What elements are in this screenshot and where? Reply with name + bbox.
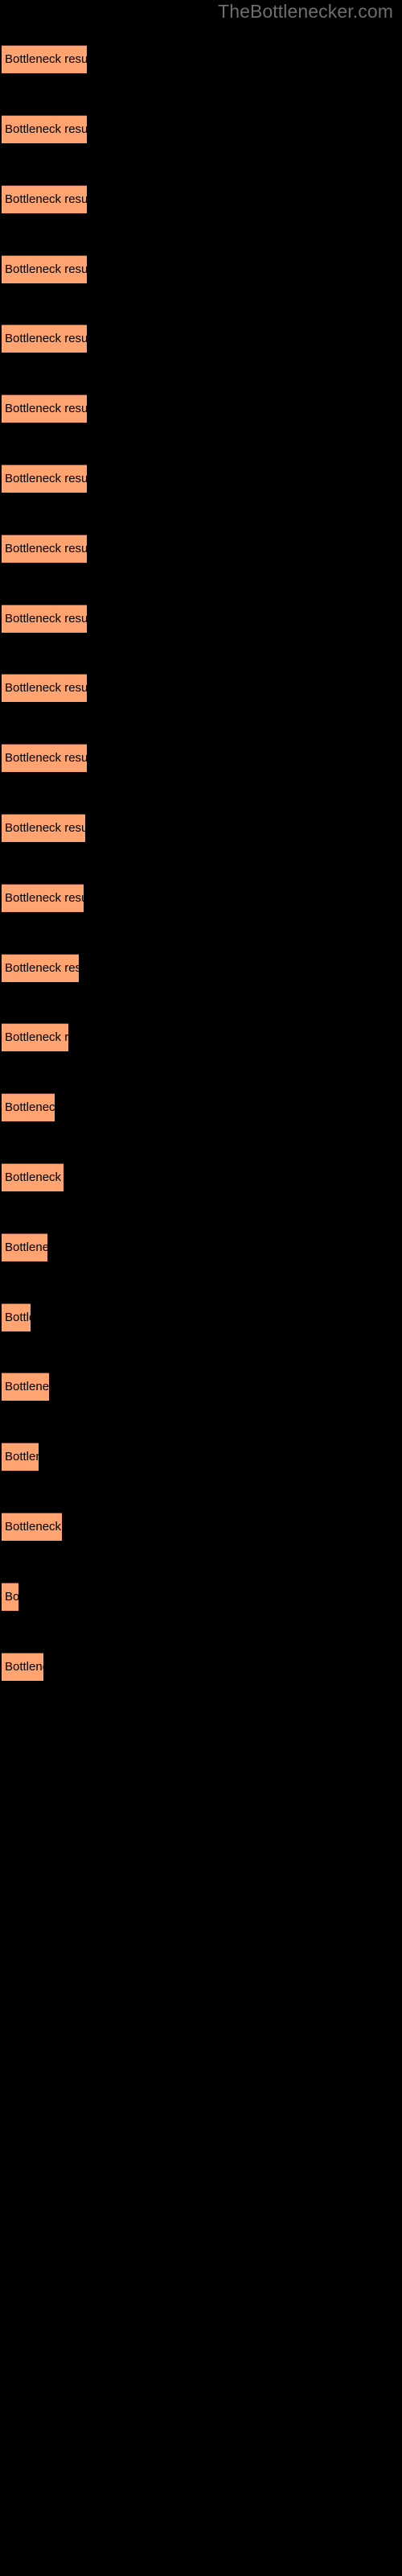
bottleneck-result-bar[interactable]: Bottleneck result [2,744,87,772]
bar-row: Bottleneck result [0,1233,402,1261]
bar-label: Bottleneck result [5,52,87,66]
bar-row: Bottleneck result [0,1443,402,1471]
bar-row: Bottleneck result [0,535,402,563]
bar-label: Bottleneck result [5,681,87,695]
bar-row: Bottleneck result [0,884,402,912]
bar-row: Bottleneck result [0,674,402,702]
bottleneck-result-bar[interactable]: Bottleneck result [2,605,87,633]
bottleneck-result-bar[interactable]: Bottleneck result [2,185,87,213]
bar-row: Bottleneck result [0,324,402,353]
bottleneck-result-bar[interactable]: Bottleneck result [2,1583,18,1611]
bar-label: Bottleneck result [5,1241,47,1254]
bar-row: Bottleneck result [0,954,402,982]
bottleneck-bar-chart: Bottleneck result Bottleneck result Bottle… [0,0,402,2576]
bar-label: Bottleneck result [5,1170,64,1184]
bar-row: Bottleneck result [0,814,402,842]
bar-row: Bottleneck result [0,1023,402,1051]
bar-row: Bottleneck result [0,185,402,213]
bottleneck-result-bar[interactable]: Bottleneck result [2,1023,68,1051]
bottleneck-result-bar[interactable]: Bottleneck result [2,1163,64,1191]
bar-row: Bottleneck result [0,1653,402,1681]
bar-row: Bottleneck result [0,1373,402,1401]
bottleneck-result-bar[interactable]: Bottleneck result [2,1443,39,1471]
bottleneck-result-bar[interactable]: Bottleneck result [2,324,87,353]
bottleneck-result-bar[interactable]: Bottleneck result [2,115,87,143]
bar-label: Bottleneck result [5,472,87,485]
bottleneck-result-bar[interactable]: Bottleneck result [2,674,87,702]
bottleneck-result-bar[interactable]: Bottleneck result [2,464,87,493]
bottleneck-result-bar[interactable]: Bottleneck result [2,1233,47,1261]
bar-row: Bottleneck result [0,1303,402,1331]
bottleneck-result-bar[interactable]: Bottleneck result [2,394,87,423]
bar-label: Bottleneck result [5,821,85,835]
bottleneck-result-bar[interactable]: Bottleneck result [2,1653,43,1681]
bar-label: Bottleneck result [5,1520,62,1534]
bar-row: Bottleneck result [0,1163,402,1191]
bar-label: Bottleneck result [5,1450,39,1463]
bar-row: Bottleneck result [0,394,402,423]
bottleneck-result-bar[interactable]: Bottleneck result [2,814,85,842]
bar-label: Bottleneck result [5,751,87,765]
bar-label: Bottleneck result [5,1660,43,1674]
bar-row: Bottleneck result [0,45,402,73]
bar-label: Bottleneck result [5,262,87,276]
bottleneck-result-bar[interactable]: Bottleneck result [2,954,79,982]
bottleneck-result-bar[interactable]: Bottleneck result [2,1093,55,1121]
bar-row: Bottleneck result [0,115,402,143]
bar-row: Bottleneck result [0,1513,402,1541]
bottleneck-result-bar[interactable]: Bottleneck result [2,255,87,283]
bottleneck-result-bar[interactable]: Bottleneck result [2,535,87,563]
bar-label: Bottleneck result [5,1590,18,1604]
bar-label: Bottleneck result [5,961,79,975]
bar-label: Bottleneck result [5,1030,68,1044]
bottleneck-result-bar[interactable]: Bottleneck result [2,1303,31,1331]
bar-row: Bottleneck result [0,255,402,283]
bar-label: Bottleneck result [5,1311,31,1324]
bar-row: Bottleneck result [0,1583,402,1611]
bar-label: Bottleneck result [5,332,87,345]
bar-row: Bottleneck result [0,464,402,493]
bar-label: Bottleneck result [5,402,87,415]
bottleneck-result-bar[interactable]: Bottleneck result [2,1513,62,1541]
bottleneck-result-bar[interactable]: Bottleneck result [2,45,87,73]
bar-label: Bottleneck result [5,1100,55,1114]
bar-label: Bottleneck result [5,122,87,136]
bar-label: Bottleneck result [5,192,87,206]
bar-row: Bottleneck result [0,605,402,633]
bar-label: Bottleneck result [5,542,87,555]
bottleneck-result-bar[interactable]: Bottleneck result [2,1373,49,1401]
page-root: TheBottlenecker.com Bottleneck result Bot… [0,0,402,2576]
bar-row: Bottleneck result [0,1093,402,1121]
bottleneck-result-bar[interactable]: Bottleneck result [2,884,84,912]
bar-label: Bottleneck result [5,612,87,625]
bar-row: Bottleneck result [0,744,402,772]
bar-label: Bottleneck result [5,891,84,905]
bar-label: Bottleneck result [5,1380,49,1393]
